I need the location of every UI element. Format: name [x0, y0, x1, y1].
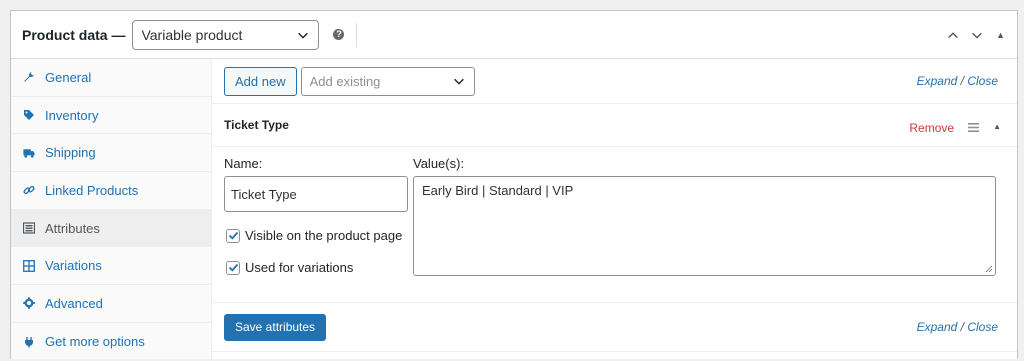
truck-icon — [23, 147, 35, 159]
tab-label: Variations — [45, 258, 102, 274]
visible-label: Visible on the product page — [245, 228, 403, 243]
tab-label: General — [45, 69, 92, 85]
panel-header: Product data — Variable product ? ▲ — [11, 11, 1017, 59]
add-existing-select[interactable]: Add existing — [300, 66, 475, 96]
values-label: Value(s): — [413, 156, 465, 171]
separator: / — [960, 74, 968, 88]
attribute-values-textarea[interactable]: Early Bird | Standard | VIP — [413, 176, 996, 276]
tab-inventory[interactable]: Inventory — [11, 97, 211, 135]
resize-handle-icon[interactable] — [985, 265, 993, 273]
tab-label: Inventory — [45, 107, 99, 123]
collapse-triangle-icon[interactable]: ▲ — [996, 30, 1005, 40]
tab-attributes[interactable]: Attributes — [11, 209, 211, 248]
attributes-toolbar: Add new Add existing Expand / Close — [212, 59, 1017, 104]
expand-close-links: Expand / Close — [917, 74, 998, 88]
panel-title: Product data — — [22, 26, 126, 43]
tab-get-more-options[interactable]: Get more options — [11, 323, 211, 361]
tab-variations[interactable]: Variations — [11, 247, 211, 286]
chevron-up-icon[interactable] — [946, 28, 960, 42]
grid-icon — [23, 259, 35, 272]
tab-advanced[interactable]: Advanced — [11, 285, 211, 323]
tab-label: Linked Products — [45, 182, 139, 198]
list-icon — [23, 222, 35, 234]
separator: / — [960, 320, 968, 334]
tab-label: Advanced — [45, 295, 103, 311]
attribute-values-text: Early Bird | Standard | VIP — [422, 183, 574, 198]
used-for-variations-row[interactable]: Used for variations — [226, 260, 353, 275]
attributes-panel: Add new Add existing Expand / Close Tick… — [212, 59, 1017, 359]
close-link[interactable]: Close — [967, 320, 998, 334]
plugin-icon — [23, 336, 35, 348]
variations-label: Used for variations — [245, 260, 354, 275]
header-divider — [356, 22, 358, 47]
product-type-value: Variable product — [141, 26, 243, 43]
visible-on-page-row[interactable]: Visible on the product page — [226, 228, 402, 243]
remove-link[interactable]: Remove — [909, 121, 954, 135]
expand-close-links: Expand / Close — [917, 320, 998, 334]
tab-label: Attributes — [45, 220, 100, 236]
attribute-header[interactable]: Ticket Type Remove ▲ — [212, 104, 1017, 147]
expand-link[interactable]: Expand — [917, 74, 958, 88]
tab-label: Get more options — [45, 334, 145, 350]
chevron-down-icon — [298, 32, 309, 39]
product-data-panel: Product data — Variable product ? ▲ Gene… — [10, 10, 1018, 359]
attribute-title: Ticket Type — [224, 118, 289, 132]
tag-icon — [23, 109, 35, 121]
add-new-button[interactable]: Add new — [224, 66, 297, 96]
expand-link[interactable]: Expand — [917, 320, 958, 334]
attribute-name-input[interactable]: Ticket Type — [224, 176, 408, 212]
save-attributes-button[interactable]: Save attributes — [224, 313, 327, 341]
product-data-tabs: General Inventory Shipping Linked Produc… — [11, 59, 212, 359]
question-icon[interactable]: ? — [333, 29, 345, 40]
collapse-triangle-icon[interactable]: ▲ — [993, 122, 1001, 131]
panel-controls: ▲ — [946, 11, 1005, 59]
name-label: Name: — [224, 156, 263, 171]
drag-handle-icon[interactable] — [968, 123, 980, 132]
chevron-down-icon — [453, 78, 464, 85]
attributes-footer: Save attributes Expand / Close — [212, 303, 1017, 352]
variations-checkbox[interactable] — [226, 260, 240, 275]
close-link[interactable]: Close — [967, 74, 998, 88]
checkmark-icon — [228, 263, 238, 272]
tab-label: Shipping — [45, 145, 96, 161]
tab-shipping[interactable]: Shipping — [11, 134, 211, 173]
link-icon — [23, 184, 35, 196]
product-type-select[interactable]: Variable product — [132, 19, 320, 50]
tab-linked-products[interactable]: Linked Products — [11, 172, 211, 210]
wrench-icon — [23, 71, 35, 83]
chevron-down-icon[interactable] — [970, 28, 984, 42]
tab-general[interactable]: General — [11, 59, 211, 97]
add-existing-placeholder: Add existing — [309, 73, 381, 89]
gear-icon — [23, 297, 35, 310]
checkmark-icon — [228, 231, 238, 240]
attribute-body: Name: Ticket Type Value(s): Early Bird |… — [212, 147, 1017, 303]
visible-checkbox[interactable] — [226, 228, 240, 243]
